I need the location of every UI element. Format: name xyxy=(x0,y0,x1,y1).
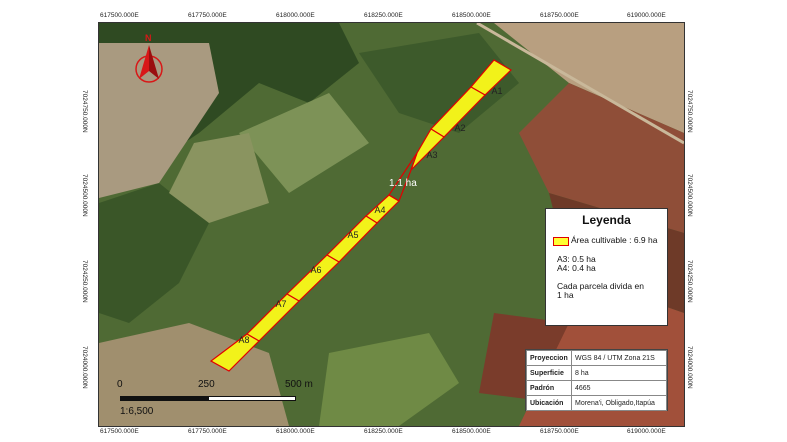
north-letter: N xyxy=(145,33,152,43)
scale-tick-0: 0 xyxy=(117,379,123,390)
coord-right-2: 7024500.000N xyxy=(686,174,693,217)
legend-title: Leyenda xyxy=(582,213,631,227)
scale-ratio: 1:6,500 xyxy=(120,406,154,417)
parcel-label-a3: A3 xyxy=(426,150,437,160)
legend-swatch xyxy=(553,237,569,246)
info-value: Morena'i, Obligado,Itapúa xyxy=(571,395,667,411)
excluded-area-outline xyxy=(388,152,418,202)
parcel-label-a4: A4 xyxy=(374,205,385,215)
coord-left-3: 7024250.000N xyxy=(81,260,88,303)
scale-tick-250: 250 xyxy=(198,379,215,390)
coord-bottom-1: 617500.000E xyxy=(100,428,139,435)
info-key: Proyeccion xyxy=(526,350,572,366)
info-value: 4665 xyxy=(571,380,667,396)
parcel-a7[interactable] xyxy=(246,293,300,342)
coord-top-5: 618500.000E xyxy=(452,12,491,19)
north-arrow-icon xyxy=(135,45,163,83)
coord-bottom-7: 619000.000E xyxy=(627,428,666,435)
coord-top-7: 619000.000E xyxy=(627,12,666,19)
parcel-label-a8: A8 xyxy=(238,335,249,345)
coord-bottom-3: 618000.000E xyxy=(276,428,315,435)
parcel-a8[interactable] xyxy=(209,333,260,372)
legend-note-2: 1 ha xyxy=(557,290,574,300)
info-row: Proyeccion WGS 84 / UTM Zona 21S xyxy=(526,350,667,366)
coord-top-1: 617500.000E xyxy=(100,12,139,19)
info-value: WGS 84 / UTM Zona 21S xyxy=(571,350,667,366)
legend-item-label: Área cultivable : 6.9 ha xyxy=(571,235,658,245)
info-table: Proyeccion WGS 84 / UTM Zona 21S Superfi… xyxy=(525,349,668,411)
info-key: Padrón xyxy=(526,380,572,396)
coord-left-1: 7024750.000N xyxy=(81,90,88,133)
scale-segment-2 xyxy=(208,396,296,401)
info-row: Padrón 4665 xyxy=(526,380,667,396)
info-value: 8 ha xyxy=(571,365,667,381)
coord-top-3: 618000.000E xyxy=(276,12,315,19)
parcel-label-a1: A1 xyxy=(491,86,502,96)
parcel-label-a7: A7 xyxy=(275,299,286,309)
parcel-a6[interactable] xyxy=(286,254,340,302)
parcel-label-a6: A6 xyxy=(310,265,321,275)
coord-bottom-5: 618500.000E xyxy=(452,428,491,435)
area-annotation: 1.1 ha xyxy=(389,178,417,189)
parcel-label-a2: A2 xyxy=(454,123,465,133)
scale-segment-1 xyxy=(120,396,208,401)
scale-bar: 0 250 500 m xyxy=(117,379,420,416)
map-layout: 617500.000E 617750.000E 618000.000E 6182… xyxy=(0,0,787,442)
coord-bottom-6: 618750.000E xyxy=(540,428,579,435)
info-row: Superficie 8 ha xyxy=(526,365,667,381)
coord-top-6: 618750.000E xyxy=(540,12,579,19)
coord-right-4: 7024000.000N xyxy=(686,346,693,389)
legend-panel: Leyenda Área cultivable : 6.9 ha A3: 0.5… xyxy=(545,208,668,326)
legend-a4: A4: 0.4 ha xyxy=(557,263,596,273)
coord-bottom-4: 618250.000E xyxy=(364,428,403,435)
coord-left-4: 7024000.000N xyxy=(81,346,88,389)
coord-top-4: 618250.000E xyxy=(364,12,403,19)
coord-right-3: 7024250.000N xyxy=(686,260,693,303)
scale-tick-500: 500 m xyxy=(285,379,313,390)
north-arrow: N xyxy=(131,33,167,87)
parcel-label-a5: A5 xyxy=(347,230,358,240)
info-row: Ubicación Morena'i, Obligado,Itapúa xyxy=(526,395,667,411)
coord-left-2: 7024500.000N xyxy=(81,174,88,217)
coord-right-1: 7024750.000N xyxy=(686,90,693,133)
coord-top-2: 617750.000E xyxy=(188,12,227,19)
info-key: Superficie xyxy=(526,365,572,381)
coord-bottom-2: 617750.000E xyxy=(188,428,227,435)
info-key: Ubicación xyxy=(526,395,572,411)
